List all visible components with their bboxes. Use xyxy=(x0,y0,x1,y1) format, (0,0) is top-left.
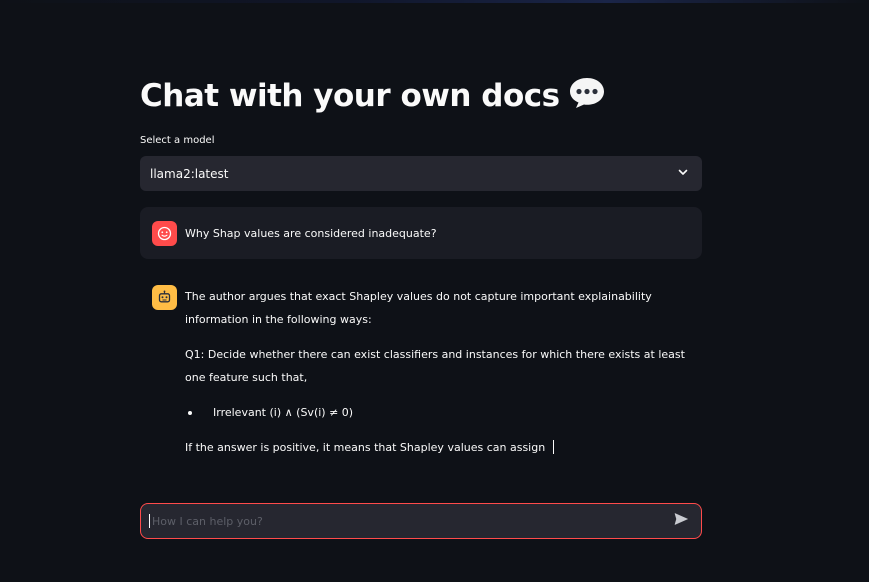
main-container: Chat with your own docs Select a model l… xyxy=(140,0,702,582)
assistant-paragraph: The author argues that exact Shapley val… xyxy=(185,290,652,326)
typing-cursor xyxy=(553,440,555,454)
chat-input[interactable] xyxy=(149,514,673,528)
assistant-streaming-paragraph: If the answer is positive, it means that… xyxy=(185,436,690,459)
assistant-bullet-item: Irrelevant (i) ∧ (Sv(i) ≠ 0) xyxy=(185,401,690,424)
chat-message-assistant: The author argues that exact Shapley val… xyxy=(140,285,702,471)
model-select-label: Select a model xyxy=(140,135,215,146)
assistant-bullet-list: Irrelevant (i) ∧ (Sv(i) ≠ 0) xyxy=(185,401,690,424)
chat-input-box[interactable] xyxy=(140,503,702,539)
user-face-icon xyxy=(152,220,177,246)
model-select-value: llama2:latest xyxy=(150,166,229,181)
user-message-text: Why Shap values are considered inadequat… xyxy=(185,226,437,240)
robot-icon xyxy=(152,285,177,310)
page-title: Chat with your own docs xyxy=(140,76,606,114)
speech-balloon-icon xyxy=(568,76,606,110)
assistant-paragraph: Q1: Decide whether there can exist class… xyxy=(185,348,685,384)
assistant-final-text: If the answer is positive, it means that… xyxy=(185,441,546,454)
model-select[interactable]: llama2:latest xyxy=(140,156,702,191)
assistant-message-body: The author argues that exact Shapley val… xyxy=(185,285,690,471)
chat-message-user: Why Shap values are considered inadequat… xyxy=(140,207,702,259)
chevron-down-icon[interactable] xyxy=(676,164,690,183)
send-arrow-icon[interactable] xyxy=(673,511,689,531)
page-title-text: Chat with your own docs xyxy=(140,78,560,114)
